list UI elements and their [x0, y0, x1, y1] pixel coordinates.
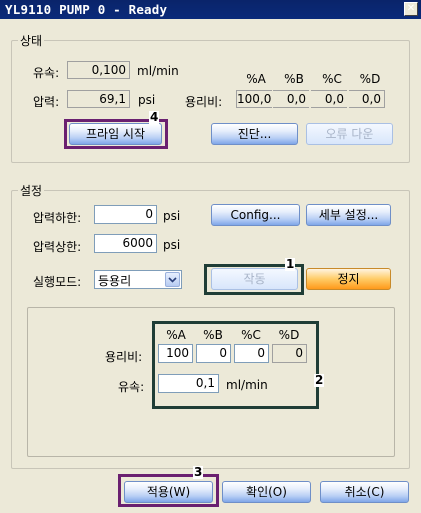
flow-unit: ml/min [137, 64, 179, 78]
close-button[interactable]: ✕ [404, 2, 418, 16]
callout-3-label: 3 [193, 465, 204, 479]
settings-group-label: 설정 [18, 182, 45, 199]
window-title: YL9110 PUMP 0 - Ready [5, 2, 168, 17]
run-mode-label: 실행모드: [33, 275, 82, 289]
pressure-low-label: 압력하한: [33, 211, 82, 225]
status-group-label: 상태 [18, 32, 45, 49]
status-ratio-label: 용리비: [185, 95, 223, 109]
flow-label: 유속: [33, 66, 60, 80]
pressure-label: 압력: [33, 95, 60, 109]
title-bar[interactable]: YL9110 PUMP 0 - Ready ✕ [0, 0, 421, 19]
callout-2-box [152, 321, 319, 409]
pressure-high-unit: psi [163, 238, 181, 252]
ratio-label: 용리비: [105, 350, 143, 364]
config-button[interactable]: Config... [211, 204, 300, 226]
status-ratio-b: 0,0 [273, 90, 309, 108]
status-ratio-a: 100,0 [236, 90, 272, 108]
pressure-high-input[interactable]: 6000 [94, 234, 157, 253]
pressure-high-label: 압력상한: [33, 240, 82, 254]
callout-2-label: 2 [314, 373, 325, 387]
pressure-low-unit: psi [163, 209, 181, 223]
pressure-low-input[interactable]: 0 [94, 205, 157, 224]
pump-dialog: YL9110 PUMP 0 - Ready ✕ 상태 유속: 0,100 ml/… [0, 0, 421, 513]
error-clear-button[interactable]: 오류 다운 [306, 123, 393, 145]
callout-3-box [118, 474, 219, 507]
status-ratio-c: 0,0 [311, 90, 347, 108]
close-icon: ✕ [406, 3, 416, 14]
chevron-down-icon[interactable] [165, 272, 180, 287]
status-ratio-header-a: %A [246, 72, 266, 86]
status-ratio-d: 0,0 [349, 90, 385, 108]
status-ratio-header-d: %D [359, 72, 381, 86]
gradient-flow-label: 유속: [118, 380, 145, 394]
status-ratio-header-c: %C [322, 72, 342, 86]
callout-1-label: 1 [285, 257, 296, 271]
detail-settings-button[interactable]: 세부 설정... [306, 204, 391, 226]
diagnose-button[interactable]: 진단... [211, 123, 298, 145]
run-mode-select[interactable]: 등용리 [94, 270, 182, 289]
flow-readout: 0,100 [67, 61, 130, 79]
ok-button[interactable]: 확인(O) [222, 481, 311, 503]
cancel-button[interactable]: 취소(C) [320, 481, 409, 503]
stop-button[interactable]: 정지 [306, 268, 391, 290]
run-mode-value: 등용리 [98, 274, 132, 288]
pressure-readout: 69,1 [67, 90, 130, 108]
status-ratio-header-b: %B [284, 72, 304, 86]
pressure-unit: psi [138, 93, 156, 107]
callout-4-label: 4 [149, 110, 160, 124]
